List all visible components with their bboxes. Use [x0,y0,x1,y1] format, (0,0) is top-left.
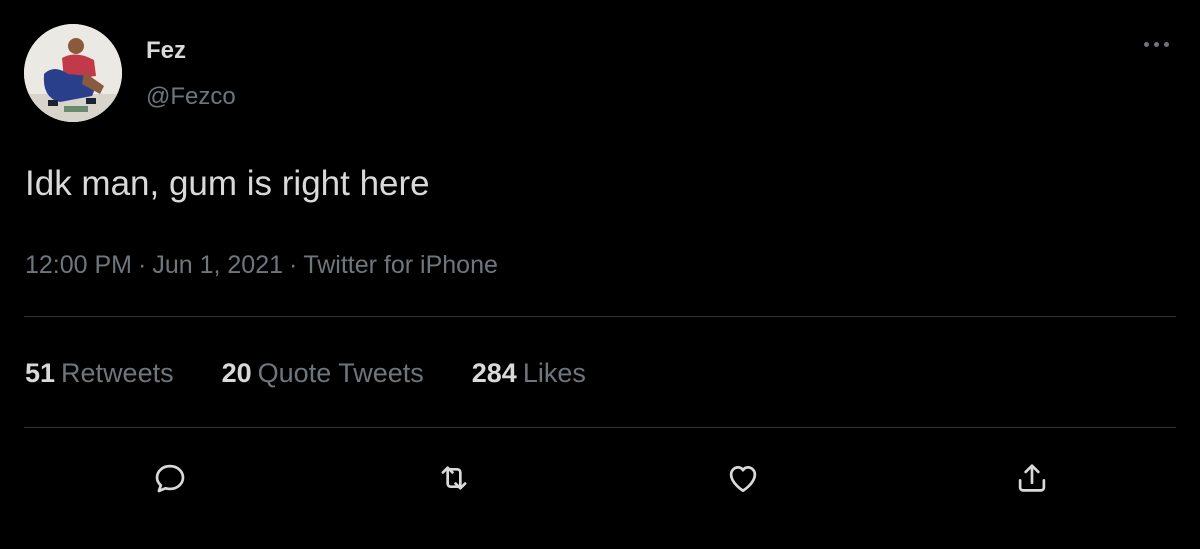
quote-tweets-count: 20 [221,358,252,388]
meta-separator: · [138,251,147,279]
likes-stat[interactable]: 284 Likes [472,356,586,390]
tweet-time[interactable]: 12:00 PM [25,251,132,279]
like-icon [729,466,757,493]
tweet-date[interactable]: Jun 1, 2021 [152,251,283,279]
like-button[interactable] [719,454,767,502]
avatar-image [24,24,122,122]
tweet-meta: 12:00 PM · Jun 1, 2021 · Twitter for iPhone [25,249,498,281]
retweet-button[interactable] [430,454,478,502]
divider [24,427,1176,428]
meta-separator: · [289,251,298,279]
retweets-stat[interactable]: 51 Retweets [25,356,174,390]
retweet-icon [441,466,467,490]
likes-label: Likes [522,358,586,388]
quote-tweets-label: Quote Tweets [257,358,424,388]
reply-icon [155,464,185,493]
reply-button[interactable] [146,454,194,502]
tweet-source[interactable]: Twitter for iPhone [303,251,498,279]
avatar[interactable] [24,24,122,122]
share-button[interactable] [1008,454,1056,502]
quote-tweets-stat[interactable]: 20 Quote Tweets [222,356,424,390]
tweet-stats: 51 Retweets 20 Quote Tweets 284 Likes [25,356,634,390]
more-icon [1143,41,1149,47]
retweets-count: 51 [25,358,56,388]
retweets-label: Retweets [61,358,174,388]
tweet-detail: Fez @Fezco Idk man, gum is right here 12… [0,0,1200,549]
more-icon-dot [1153,41,1159,47]
share-icon [1018,464,1046,492]
more-options-button[interactable] [1136,34,1176,54]
more-icon-dot [1163,41,1169,47]
display-name[interactable]: Fez [146,36,186,66]
divider [24,316,1176,317]
likes-count: 284 [471,358,517,388]
user-handle[interactable]: @Fezco [146,82,236,112]
tweet-text: Idk man, gum is right here [25,164,430,203]
